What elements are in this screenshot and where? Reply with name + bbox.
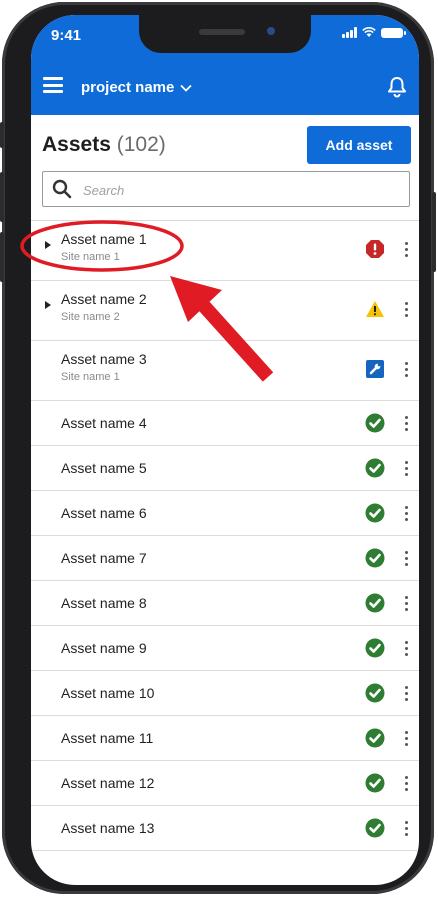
asset-row[interactable]: Asset name 10 — [31, 671, 419, 716]
assets-header: Assets (102) Add asset — [31, 115, 419, 171]
app-bar: project name — [31, 59, 419, 115]
asset-name: Asset name 11 — [61, 730, 154, 746]
action-button — [0, 122, 4, 148]
site-name: Site name 2 — [61, 311, 120, 323]
error-octagon-icon — [365, 239, 385, 259]
site-name: Site name 1 — [61, 251, 120, 263]
check-circle-icon — [365, 638, 385, 658]
asset-row[interactable]: Asset name 13 — [31, 806, 419, 851]
power-button — [432, 192, 436, 272]
more-options-icon[interactable] — [404, 242, 408, 257]
asset-row[interactable]: Asset name 3 Site name 1 — [31, 341, 419, 401]
check-circle-icon — [365, 548, 385, 568]
status-icons — [342, 27, 406, 38]
volume-up-button — [0, 172, 4, 222]
check-circle-icon — [365, 773, 385, 793]
project-selector[interactable]: project name — [81, 79, 193, 96]
expand-caret-icon[interactable] — [45, 301, 51, 309]
chevron-down-icon — [180, 84, 193, 92]
asset-name: Asset name 12 — [61, 775, 155, 791]
asset-name: Asset name 1 — [61, 231, 147, 247]
check-circle-icon — [365, 818, 385, 838]
more-options-icon[interactable] — [404, 362, 408, 377]
app-screen: 9:41 project name Assets (102) Add asset… — [31, 15, 419, 885]
check-circle-icon — [365, 503, 385, 523]
speaker-grille — [199, 29, 245, 35]
more-options-icon[interactable] — [404, 461, 408, 476]
search-icon — [52, 179, 72, 199]
page-title: Assets (102) — [42, 133, 166, 157]
check-circle-icon — [365, 683, 385, 703]
asset-list: Asset name 1 Site name 1 Asset name 2 Site … — [31, 220, 419, 851]
more-options-icon[interactable] — [404, 302, 408, 317]
asset-row[interactable]: Asset name 4 — [31, 401, 419, 446]
asset-row[interactable]: Asset name 7 — [31, 536, 419, 581]
asset-name: Asset name 10 — [61, 685, 155, 701]
asset-row[interactable]: Asset name 12 — [31, 761, 419, 806]
asset-row[interactable]: Asset name 5 — [31, 446, 419, 491]
more-options-icon[interactable] — [404, 416, 408, 431]
cellular-signal-icon — [342, 27, 357, 38]
asset-row[interactable]: Asset name 9 — [31, 626, 419, 671]
expand-caret-icon[interactable] — [45, 241, 51, 249]
project-name: project name — [81, 79, 175, 96]
wifi-icon — [362, 27, 376, 37]
bell-icon[interactable] — [385, 75, 409, 99]
more-options-icon[interactable] — [404, 821, 408, 836]
asset-row[interactable]: Asset name 2 Site name 2 — [31, 281, 419, 341]
search-input[interactable] — [81, 176, 405, 204]
asset-name: Asset name 9 — [61, 640, 147, 656]
asset-count: (102) — [116, 133, 166, 156]
search-box[interactable] — [42, 171, 410, 207]
more-options-icon[interactable] — [404, 776, 408, 791]
front-camera — [267, 27, 275, 35]
more-options-icon[interactable] — [404, 731, 408, 746]
asset-name: Asset name 7 — [61, 550, 147, 566]
battery-icon — [381, 27, 406, 38]
asset-row[interactable]: Asset name 1 Site name 1 — [31, 221, 419, 281]
asset-name: Asset name 6 — [61, 505, 147, 521]
more-options-icon[interactable] — [404, 596, 408, 611]
check-circle-icon — [365, 413, 385, 433]
site-name: Site name 1 — [61, 371, 120, 383]
hamburger-icon[interactable] — [43, 77, 63, 93]
check-circle-icon — [365, 458, 385, 478]
asset-name: Asset name 5 — [61, 460, 147, 476]
more-options-icon[interactable] — [404, 506, 408, 521]
asset-row[interactable]: Asset name 6 — [31, 491, 419, 536]
device-notch — [139, 15, 311, 53]
wrench-icon — [365, 359, 385, 379]
asset-name: Asset name 13 — [61, 820, 155, 836]
add-asset-button[interactable]: Add asset — [307, 126, 411, 164]
more-options-icon[interactable] — [404, 686, 408, 701]
status-time: 9:41 — [51, 27, 82, 44]
more-options-icon[interactable] — [404, 641, 408, 656]
asset-name: Asset name 8 — [61, 595, 147, 611]
volume-down-button — [0, 232, 4, 282]
check-circle-icon — [365, 593, 385, 613]
asset-row[interactable]: Asset name 11 — [31, 716, 419, 761]
asset-name: Asset name 4 — [61, 415, 147, 431]
warning-triangle-icon — [365, 299, 385, 319]
asset-name: Asset name 3 — [61, 351, 147, 367]
title-text: Assets — [42, 133, 111, 156]
more-options-icon[interactable] — [404, 551, 408, 566]
asset-name: Asset name 2 — [61, 291, 147, 307]
check-circle-icon — [365, 728, 385, 748]
asset-row[interactable]: Asset name 8 — [31, 581, 419, 626]
